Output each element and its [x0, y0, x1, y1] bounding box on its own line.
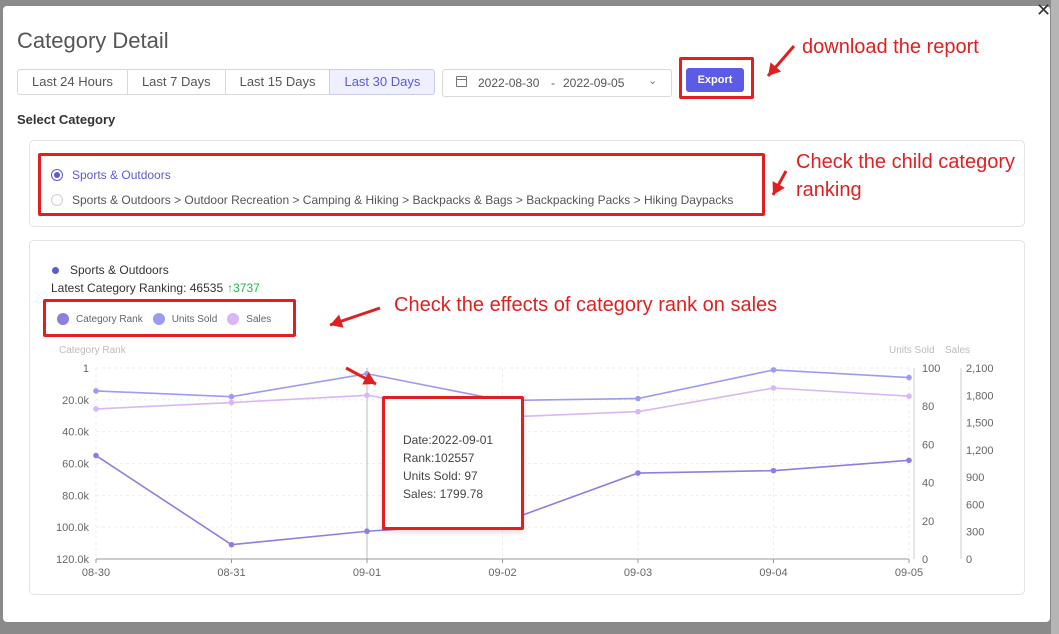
x-tick-label: 09-01 — [353, 567, 381, 579]
left-tick-label: 1 — [83, 363, 89, 375]
left-tick-label: 100.0k — [56, 522, 90, 534]
right2-tick-label: 2,100 — [966, 363, 994, 375]
right-tick-label: 40 — [922, 478, 934, 490]
right2-tick-label: 1,800 — [966, 390, 994, 402]
right2-tick-label: 1,500 — [966, 418, 994, 430]
series-point-sales — [228, 399, 235, 406]
tooltip-date: Date:2022-09-01 — [403, 433, 494, 447]
series-point-units-sold — [906, 374, 912, 381]
right-tick-label: 0 — [922, 554, 928, 566]
right2-axis-title: Sales — [945, 345, 970, 356]
left-tick-label: 20.0k — [62, 395, 89, 407]
right2-tick-label: 0 — [966, 554, 972, 566]
left-axis-title: Category Rank — [59, 345, 127, 356]
series-point-units-sold — [228, 393, 235, 400]
right-axis-title: Units Sold — [889, 345, 935, 356]
annotation-child-line1: Check the child category — [796, 151, 1016, 173]
series-point-category-rank — [93, 452, 99, 459]
annotation-download: download the report — [802, 36, 979, 58]
x-tick-label: 09-02 — [488, 567, 516, 579]
series-point-category-rank — [770, 467, 777, 474]
left-tick-label: 60.0k — [62, 459, 89, 471]
annotation-child-line2: ranking — [796, 179, 862, 201]
series-point-sales — [906, 393, 912, 399]
tooltip-rank: Rank:102557 — [403, 451, 475, 465]
x-tick-label: 09-03 — [624, 567, 652, 579]
left-tick-label: 80.0k — [62, 490, 89, 502]
right-tick-label: 100 — [922, 363, 940, 375]
right2-tick-label: 300 — [966, 527, 984, 539]
right2-tick-label: 600 — [966, 499, 984, 511]
tooltip-sales: Sales: 1799.78 — [403, 487, 484, 501]
tooltip-units: Units Sold: 97 — [403, 469, 478, 483]
right2-tick-label: 900 — [966, 472, 984, 484]
x-tick-label: 09-04 — [759, 567, 787, 579]
right2-tick-label: 1,200 — [966, 445, 994, 457]
series-point-category-rank — [228, 541, 235, 548]
series-point-sales — [93, 406, 99, 412]
series-point-sales — [364, 392, 370, 399]
right-tick-label: 20 — [922, 516, 934, 528]
right-tick-label: 80 — [922, 401, 934, 413]
left-tick-label: 40.0k — [62, 427, 89, 439]
annotation-effects: Check the effects of category rank on sa… — [394, 294, 778, 316]
series-point-category-rank — [635, 470, 641, 476]
series-point-category-rank — [906, 457, 912, 464]
x-tick-label: 08-30 — [82, 567, 110, 579]
chart-tooltip: Date:2022-09-01 Rank:102557 Units Sold: … — [382, 396, 524, 530]
series-point-category-rank — [364, 528, 370, 535]
x-tick-label: 08-31 — [217, 567, 245, 579]
x-tick-label: 09-05 — [895, 567, 923, 579]
series-point-units-sold — [635, 395, 641, 402]
series-point-units-sold — [93, 388, 99, 394]
series-point-units-sold — [770, 367, 777, 373]
series-point-sales — [770, 385, 777, 391]
series-point-sales — [635, 408, 641, 415]
left-tick-label: 120.0k — [56, 554, 90, 566]
chart-svg: 120.0k40.0k60.0k80.0k100.0k120.0k08-30 08… — [56, 45, 994, 579]
right-tick-label: 60 — [922, 439, 934, 451]
